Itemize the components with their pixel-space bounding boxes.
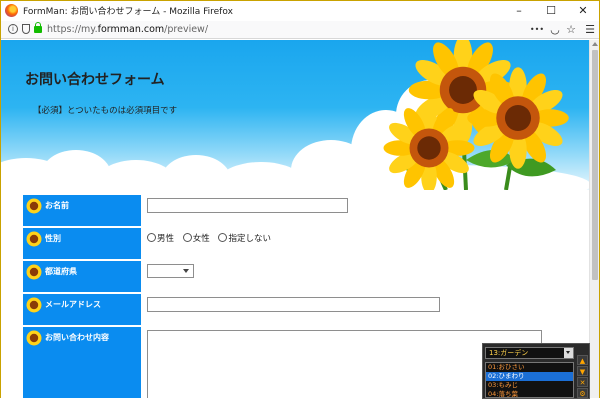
radio-male[interactable]: 男性 [147,232,174,244]
sunflower-icon [26,297,42,313]
field-label: 都道府県 [45,267,77,276]
prefecture-select[interactable] [147,264,194,278]
chevron-down-icon [183,269,189,273]
page-title: お問い合わせフォーム [25,72,165,88]
label-cell: お問い合わせ内容 [23,327,141,398]
theme-list-item[interactable]: 04:落ち葉 [486,390,573,397]
hamburger-menu-icon[interactable]: ☰ [582,22,598,38]
theme-list-item[interactable]: 01:おひさい [486,363,573,372]
radio-label: 男性 [157,234,175,244]
window-title: FormMan: お問い合わせフォーム - Mozilla Firefox [23,7,233,17]
info-icon[interactable]: i [8,24,18,34]
form-row-email: メールアドレス [23,294,588,325]
input-cell [145,195,588,226]
radio-button[interactable] [218,233,228,242]
label-cell: 性別 [23,228,141,259]
bookmark-star-icon[interactable]: ☆ [563,22,579,38]
input-cell: 男性 女性 指定しない [145,228,588,259]
field-label: メールアドレス [45,300,101,309]
header-banner: お問い合わせフォーム 【必須】とついたものは必須項目です [1,40,589,190]
label-cell: 都道府県 [23,261,141,292]
close-palette-button[interactable]: ✕ [577,377,588,387]
radio-button[interactable] [182,233,192,242]
browser-window: FormMan: お問い合わせフォーム - Mozilla Firefox – … [0,0,600,399]
theme-select-value: 13:ガーデン [489,349,529,357]
sunflower-icon [26,198,42,214]
field-label: 性別 [45,234,61,243]
radio-label: 指定しない [228,234,271,244]
sunflower-icon [26,264,42,280]
move-up-button[interactable]: ▲ [577,355,588,365]
label-cell: お名前 [23,195,141,226]
input-cell [145,294,588,325]
scrollbar-thumb[interactable] [592,50,598,280]
gender-radio-group: 男性 女性 指定しない [147,232,277,244]
name-input[interactable] [147,198,348,213]
firefox-icon [5,4,18,17]
radio-unspecified[interactable]: 指定しない [218,232,271,244]
close-button[interactable]: ✕ [567,1,599,21]
pocket-icon[interactable]: ◡ [547,22,563,38]
theme-list-item[interactable]: 03:もみじ [486,381,573,390]
lock-icon[interactable] [34,22,42,33]
theme-palette: 13:ガーデン 01:おひさい 02:ひまわり 03:もみじ 04:落ち葉 ▲ … [482,343,590,399]
form-row-prefecture: 都道府県 [23,261,588,292]
title-bar: FormMan: お問い合わせフォーム - Mozilla Firefox – … [1,1,599,21]
tracking-shield-icon[interactable] [22,24,30,34]
chevron-down-icon[interactable] [564,348,573,358]
theme-list[interactable]: 01:おひさい 02:ひまわり 03:もみじ 04:落ち葉 [485,362,574,398]
page-actions-button[interactable]: ••• [529,22,545,38]
radio-button[interactable] [147,233,156,242]
url-field[interactable]: https://my.formman.com/preview/ [47,24,208,35]
field-label: お問い合わせ内容 [45,333,109,342]
theme-select[interactable]: 13:ガーデン [485,347,574,359]
input-cell [145,261,588,292]
sunflower-illustration [383,40,569,190]
sunflower-icon [26,231,42,247]
radio-female[interactable]: 女性 [182,232,210,244]
form-row-name: お名前 [23,195,588,226]
label-cell: メールアドレス [23,294,141,325]
email-input[interactable] [147,297,440,312]
minimize-button[interactable]: – [503,1,535,21]
vertical-scrollbar[interactable] [589,40,599,398]
move-down-button[interactable]: ▼ [577,366,588,376]
radio-label: 女性 [192,234,210,244]
theme-list-item-selected[interactable]: 02:ひまわり [486,372,573,381]
form-row-gender: 性別 男性 女性 指定しない [23,228,588,259]
scroll-up-arrow[interactable] [592,42,598,46]
required-note: 【必須】とついたものは必須項目です [33,106,178,116]
settings-gear-icon[interactable]: ⚙ [577,388,588,398]
sunflower-icon [26,330,42,346]
navigation-bar: i https://my.formman.com/preview/ ••• ◡ … [1,21,599,39]
maximize-button[interactable]: ☐ [535,1,567,21]
field-label: お名前 [45,201,69,210]
